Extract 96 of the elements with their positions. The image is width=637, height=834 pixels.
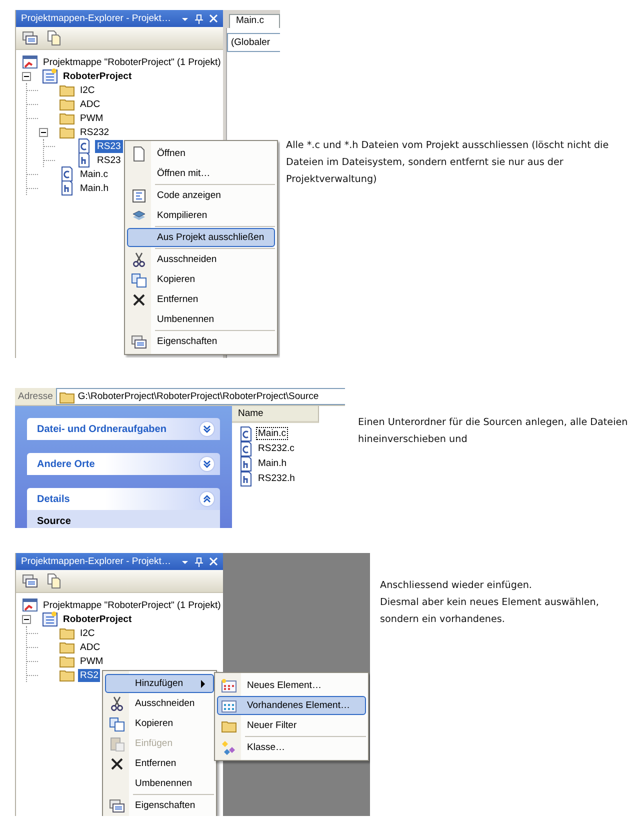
scissors-icon [109, 696, 125, 712]
window-list-icon [22, 573, 38, 589]
address-field[interactable]: G:\RoboterProject\RoboterProject\RoboterProject\Source [56, 388, 345, 405]
menu-item[interactable]: Entfernen [127, 290, 275, 309]
address-label: Adresse [17, 391, 54, 402]
note-text: Alle *.c und *.h Dateien vom Projekt ausschliessen (löscht nicht die Dateien im Dateisystem, sondern entfernt sie nur aus der Projektverwaltung) [286, 139, 610, 187]
clipboard-icon [109, 736, 125, 752]
chevron-icon[interactable] [199, 421, 215, 437]
tree-item[interactable]: RoboterProject [61, 612, 134, 626]
tree-item[interactable]: RS23 [95, 154, 123, 166]
menu-item[interactable]: Hinzufügen [105, 674, 214, 693]
window-list-icon [22, 30, 38, 46]
task-pane-header[interactable]: Andere Orte [27, 453, 220, 475]
window-icon [22, 597, 38, 613]
menu-item[interactable]: Entfernen [105, 754, 214, 773]
file-item[interactable]: RS232.h [256, 472, 297, 485]
panel-title: Projektmappen-Explorer - Projekt… [21, 556, 172, 567]
menu-item[interactable]: Kopieren [105, 714, 214, 733]
window-list-icon [131, 334, 147, 350]
documents-icon [46, 30, 62, 46]
scissors-icon [131, 252, 147, 268]
note-text: Diesmal aber kein neues Element auswählen, sondern ein vorhandenes. [380, 596, 600, 627]
h-file-icon [238, 470, 254, 486]
menu-item[interactable]: Klasse… [217, 738, 366, 757]
cross-icon [131, 292, 147, 308]
close-icon[interactable] [209, 557, 218, 566]
menu-item[interactable]: Neues Element… [217, 676, 366, 695]
menu-item[interactable]: Öffnen mit… [127, 164, 275, 183]
menu-item[interactable]: Umbenennen [105, 774, 214, 793]
c-file-icon [76, 138, 92, 154]
pin-icon[interactable] [195, 14, 203, 24]
menu-item[interactable]: Neuer Filter [217, 716, 366, 735]
tree-item[interactable]: ADC [78, 98, 102, 110]
cross-icon [109, 756, 125, 772]
menu-item[interactable]: Ausschneiden [127, 250, 275, 269]
file-item[interactable]: Main.h [256, 457, 289, 470]
window-icon [22, 54, 38, 70]
tree-item[interactable]: RS232 [78, 126, 112, 138]
window-list-icon [109, 798, 125, 814]
h-file-icon [59, 180, 75, 196]
tree-item[interactable]: RS23 [95, 140, 123, 152]
page-icon [131, 146, 147, 162]
menu-item[interactable]: Eigenschaften [105, 796, 214, 815]
tree-item[interactable]: PWM [78, 654, 106, 668]
tree-item[interactable]: I2C [78, 626, 97, 640]
menu-item[interactable]: Öffnen [127, 144, 275, 163]
tree-item[interactable]: RS2 [78, 668, 100, 682]
c-file-icon [59, 166, 75, 182]
menu-item[interactable]: Vorhandenes Element… [217, 696, 366, 715]
chevron-icon[interactable] [199, 456, 215, 472]
close-icon[interactable] [209, 14, 218, 23]
tree-item[interactable]: PWM [78, 112, 106, 124]
submenu-arrow-icon [199, 680, 207, 688]
pin-icon[interactable] [195, 556, 203, 566]
grid-icon [42, 68, 58, 84]
task-pane-header[interactable]: Datei- und Ordneraufgaben [27, 418, 220, 440]
tree-item[interactable]: Main.h [78, 182, 111, 194]
menu-item[interactable]: Eigenschaften [127, 332, 275, 351]
menu-item[interactable]: Ausschneiden [105, 694, 214, 713]
expander-icon[interactable] [22, 614, 31, 624]
menu-item[interactable]: Umbenennen [127, 310, 275, 329]
grid-icon [42, 611, 58, 627]
tree-item[interactable]: Projektmappe "RoboterProject" (1 Projekt) [41, 598, 223, 612]
code-window-icon [131, 188, 147, 204]
menu-item[interactable]: Kopieren [127, 270, 275, 289]
diamonds-icon [221, 740, 237, 756]
column-header[interactable]: Name [232, 406, 319, 423]
editor-tab[interactable]: Main.c [229, 14, 280, 28]
expander-icon[interactable] [39, 128, 48, 136]
note-text: Anschliessend wieder einfügen. [380, 579, 533, 593]
documents-icon [46, 573, 62, 589]
c-file-icon [238, 426, 254, 442]
tree-item[interactable]: RoboterProject [61, 70, 134, 82]
grid-icon [221, 678, 237, 694]
note-text: Einen Unterordner für die Sourcen anlegen, alle Dateien hineinverschieben und [358, 416, 629, 447]
tree-item[interactable]: ADC [78, 640, 102, 654]
panel-title: Projektmappen-Explorer - Projekt… [21, 13, 172, 24]
tree-item[interactable]: Main.c [78, 168, 110, 180]
tree-item[interactable]: Projektmappe "RoboterProject" (1 Projekt) [41, 56, 223, 68]
h-file-icon [76, 152, 92, 168]
h-file-icon [238, 456, 254, 472]
menu-item[interactable]: Aus Projekt ausschließen [127, 228, 275, 247]
file-item[interactable]: Main.c [256, 427, 288, 440]
file-item[interactable]: RS232.c [256, 442, 296, 455]
scope-dropdown[interactable]: (Globaler [227, 33, 280, 52]
task-pane-header[interactable]: Details [27, 488, 220, 510]
details-text: Source [27, 510, 220, 528]
tree-item[interactable]: I2C [78, 84, 97, 96]
copy-icon [131, 272, 147, 288]
copy-icon [109, 716, 125, 732]
c-file-icon [238, 440, 254, 456]
grid-icon [221, 698, 237, 714]
menu-item[interactable]: Code anzeigen [127, 186, 275, 205]
chevron-icon[interactable] [199, 491, 215, 507]
expander-icon[interactable] [22, 72, 31, 80]
menu-item[interactable]: Kompilieren [127, 206, 275, 225]
